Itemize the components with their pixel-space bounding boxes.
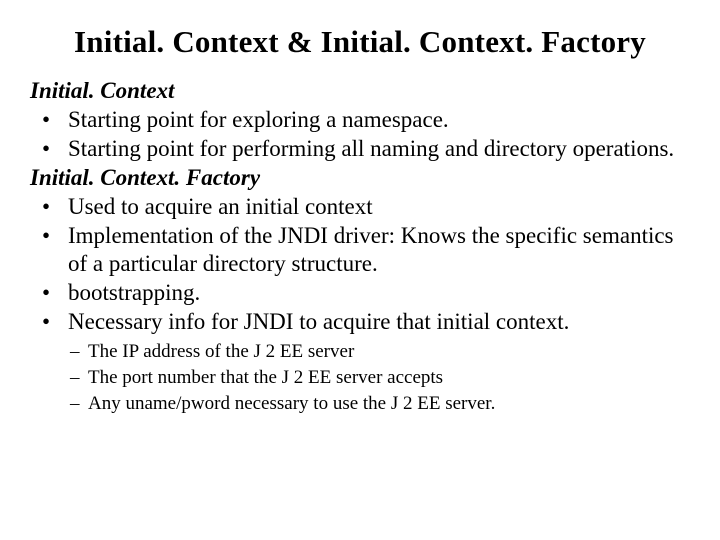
- list-item: The IP address of the J 2 EE server: [30, 340, 690, 365]
- sub-bullet-list: The IP address of the J 2 EE server The …: [30, 340, 690, 416]
- bullet-list-initial-context-factory: Used to acquire an initial context Imple…: [30, 193, 690, 336]
- list-item: Starting point for exploring a namespace…: [30, 106, 690, 134]
- list-item: The port number that the J 2 EE server a…: [30, 366, 690, 391]
- list-item: Necessary info for JNDI to acquire that …: [30, 308, 690, 336]
- slide: Initial. Context & Initial. Context. Fac…: [0, 0, 720, 540]
- list-item: Any uname/pword necessary to use the J 2…: [30, 392, 690, 417]
- slide-title: Initial. Context & Initial. Context. Fac…: [30, 24, 690, 60]
- list-item: Used to acquire an initial context: [30, 193, 690, 221]
- bullet-list-initial-context: Starting point for exploring a namespace…: [30, 106, 690, 163]
- section-heading-initial-context-factory: Initial. Context. Factory: [30, 165, 690, 191]
- list-item: Implementation of the JNDI driver: Knows…: [30, 222, 690, 278]
- list-item: Starting point for performing all naming…: [30, 135, 690, 163]
- list-item: bootstrapping.: [30, 279, 690, 307]
- section-heading-initial-context: Initial. Context: [30, 78, 690, 104]
